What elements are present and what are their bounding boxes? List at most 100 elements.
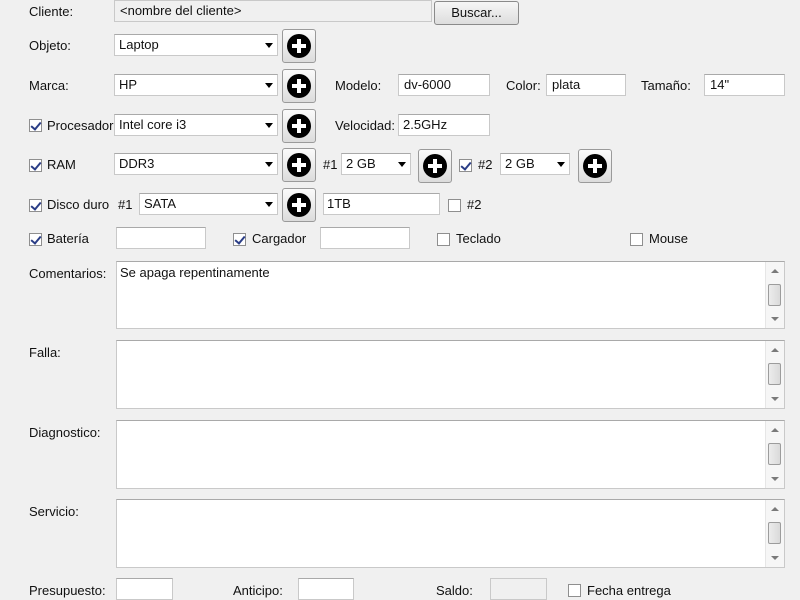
procesador-checkbox[interactable]: [29, 119, 42, 132]
disco-slot2-checkbox[interactable]: [448, 199, 461, 212]
marca-select[interactable]: HP: [114, 74, 278, 96]
falla-textarea[interactable]: [116, 340, 785, 409]
chevron-down-icon: [265, 162, 273, 167]
scroll-down-icon[interactable]: [771, 317, 779, 321]
scroll-thumb[interactable]: [768, 522, 781, 544]
comentarios-text: Se apaga repentinamente: [120, 265, 270, 280]
scroll-thumb[interactable]: [768, 284, 781, 306]
plus-circle-icon: [287, 193, 311, 217]
scroll-thumb[interactable]: [768, 443, 781, 465]
falla-scrollbar[interactable]: [765, 341, 784, 408]
disco-checkbox[interactable]: [29, 199, 42, 212]
servicio-textarea[interactable]: [116, 499, 785, 568]
scroll-up-icon[interactable]: [771, 428, 779, 432]
ram-type-value: DDR3: [119, 156, 155, 171]
procesador-select[interactable]: Intel core i3: [114, 114, 278, 136]
chevron-down-icon: [265, 123, 273, 128]
disco-size-input[interactable]: 1TB: [323, 193, 440, 215]
ram-checkbox[interactable]: [29, 159, 42, 172]
ram-slot1-value: 2 GB: [346, 156, 376, 171]
saldo-label: Saldo:: [436, 583, 473, 598]
add-marca-button[interactable]: [282, 69, 316, 103]
scroll-up-icon[interactable]: [771, 507, 779, 511]
teclado-checkbox[interactable]: [437, 233, 450, 246]
ram-slot1-label: #1: [323, 157, 338, 172]
procesador-label: Procesador: [47, 118, 114, 133]
diagnostico-scrollbar[interactable]: [765, 421, 784, 488]
plus-circle-icon: [287, 153, 311, 177]
disco-slot2-label: #2: [467, 197, 482, 212]
cargador-label: Cargador: [252, 231, 307, 246]
plus-circle-icon: [423, 154, 447, 178]
comentarios-label: Comentarios:: [29, 266, 107, 281]
chevron-down-icon: [265, 202, 273, 207]
scroll-up-icon[interactable]: [771, 269, 779, 273]
disco-label: Disco duro: [47, 197, 110, 212]
objeto-select[interactable]: Laptop: [114, 34, 278, 56]
scroll-down-icon[interactable]: [771, 397, 779, 401]
fecha-entrega-label: Fecha entrega: [587, 583, 671, 598]
velocidad-label: Velocidad:: [335, 118, 395, 133]
diagnostico-label: Diagnostico:: [29, 425, 101, 440]
ram-slot2-label: #2: [478, 157, 493, 172]
anticipo-label: Anticipo:: [233, 583, 283, 598]
ram-type-select[interactable]: DDR3: [114, 153, 278, 175]
scroll-thumb[interactable]: [768, 363, 781, 385]
cargador-input[interactable]: [320, 227, 410, 249]
add-ram-slot1-button[interactable]: [418, 149, 452, 183]
ram-label: RAM: [47, 157, 76, 172]
ram-slot1-select[interactable]: 2 GB: [341, 153, 411, 175]
objeto-label: Objeto:: [29, 38, 71, 53]
scroll-down-icon[interactable]: [771, 477, 779, 481]
falla-label: Falla:: [29, 345, 61, 360]
plus-circle-icon: [287, 74, 311, 98]
chevron-down-icon: [265, 43, 273, 48]
add-procesador-button[interactable]: [282, 109, 316, 143]
bateria-input[interactable]: [116, 227, 206, 249]
tamano-input[interactable]: 14": [704, 74, 785, 96]
chevron-down-icon: [557, 162, 565, 167]
mouse-checkbox[interactable]: [630, 233, 643, 246]
comentarios-scrollbar[interactable]: [765, 262, 784, 328]
plus-circle-icon: [287, 114, 311, 138]
add-disco-button[interactable]: [282, 188, 316, 222]
servicio-scrollbar[interactable]: [765, 500, 784, 567]
cargador-checkbox[interactable]: [233, 233, 246, 246]
cliente-label: Cliente:: [29, 4, 74, 19]
disco-type-value: SATA: [144, 196, 177, 211]
scroll-down-icon[interactable]: [771, 556, 779, 560]
modelo-input[interactable]: dv-6000: [398, 74, 490, 96]
marca-label: Marca:: [29, 78, 69, 93]
chevron-down-icon: [398, 162, 406, 167]
disco-slot1-label: #1: [118, 197, 133, 212]
plus-circle-icon: [583, 154, 607, 178]
comentarios-textarea[interactable]: Se apaga repentinamente: [116, 261, 785, 329]
mouse-label: Mouse: [649, 231, 689, 246]
add-ram-slot2-button[interactable]: [578, 149, 612, 183]
saldo-field: [490, 578, 547, 600]
color-input[interactable]: plata: [546, 74, 626, 96]
presupuesto-input[interactable]: [116, 578, 173, 600]
procesador-value: Intel core i3: [119, 117, 187, 132]
objeto-value: Laptop: [119, 37, 159, 52]
plus-circle-icon: [287, 34, 311, 58]
scroll-up-icon[interactable]: [771, 348, 779, 352]
color-label: Color:: [506, 78, 541, 93]
velocidad-input[interactable]: 2.5GHz: [398, 114, 490, 136]
bateria-label: Batería: [47, 231, 89, 246]
add-objeto-button[interactable]: [282, 29, 316, 63]
anticipo-input[interactable]: [298, 578, 354, 600]
marca-value: HP: [119, 77, 138, 92]
cliente-field[interactable]: <nombre del cliente>: [114, 0, 432, 22]
modelo-label: Modelo:: [335, 78, 382, 93]
buscar-button[interactable]: Buscar...: [434, 1, 519, 25]
add-ram-type-button[interactable]: [282, 148, 316, 182]
ram-slot2-value: 2 GB: [505, 156, 535, 171]
disco-type-select[interactable]: SATA: [139, 193, 278, 215]
ram-slot2-select[interactable]: 2 GB: [500, 153, 570, 175]
diagnostico-textarea[interactable]: [116, 420, 785, 489]
fecha-entrega-checkbox[interactable]: [568, 584, 581, 597]
teclado-label: Teclado: [456, 231, 501, 246]
ram-slot2-checkbox[interactable]: [459, 159, 472, 172]
bateria-checkbox[interactable]: [29, 233, 42, 246]
